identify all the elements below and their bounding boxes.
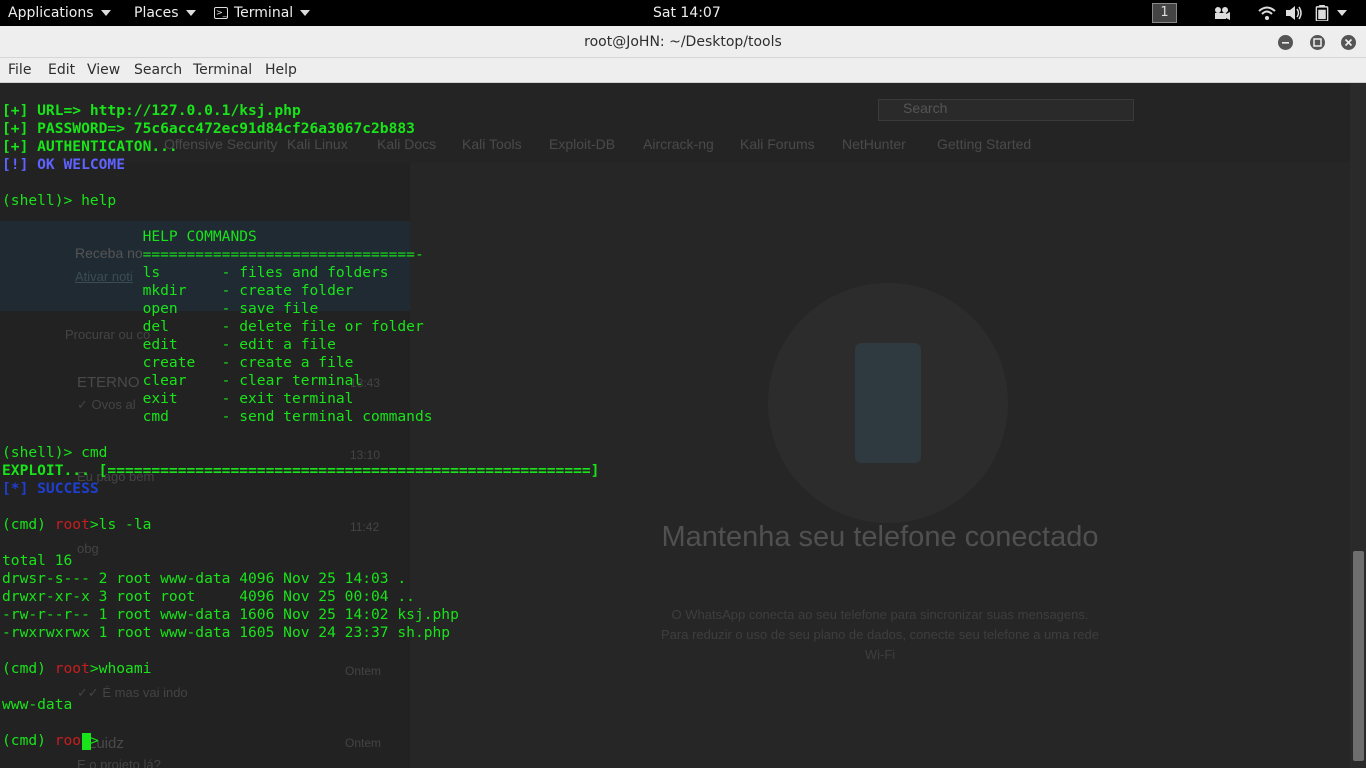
volume-icon[interactable] — [1285, 5, 1303, 21]
window-title: root@JoHN: ~/Desktop/tools — [584, 34, 782, 50]
ghost-chat-time: Ontem — [345, 664, 382, 678]
close-icon — [1344, 38, 1353, 47]
help-item: clear - clear terminal — [2, 372, 363, 389]
menu-terminal[interactable]: Terminal — [193, 58, 252, 83]
terminal-line: www-data — [2, 696, 73, 713]
prompt-user: root — [54, 660, 90, 677]
ghost-bookmark: Kali Linux — [287, 136, 348, 152]
help-item: del - delete file or folder — [2, 318, 424, 335]
chevron-down-icon — [300, 10, 311, 16]
terminal-app-label: Terminal — [234, 5, 294, 21]
help-item: ls - files and folders — [2, 264, 389, 281]
places-menu[interactable]: Places — [134, 0, 196, 26]
minimize-icon — [1282, 42, 1289, 44]
power-menu-icon[interactable] — [1337, 10, 1347, 16]
maximize-icon — [1313, 38, 1322, 47]
ghost-bookmark: Aircrack-ng — [643, 136, 714, 152]
terminal-line: ===============================- — [2, 246, 424, 263]
ghost-bookmark: Getting Started — [937, 136, 1032, 152]
terminal-line: [!] OK WELCOME — [2, 156, 126, 173]
top-panel: Applications Places >_ Terminal Sat 14:07… — [0, 0, 1366, 26]
scrollbar-thumb[interactable] — [1353, 551, 1364, 761]
scrollbar[interactable] — [1350, 83, 1366, 768]
video-icon[interactable] — [1213, 5, 1231, 21]
applications-menu[interactable]: Applications — [8, 0, 111, 26]
terminal-area[interactable]: Search Offensive Security Kali Linux Kal… — [0, 83, 1366, 768]
terminal-line: (shell)> cmd — [2, 444, 108, 461]
prompt-user: root — [54, 516, 90, 533]
terminal-line: [*] SUCCESS — [2, 480, 99, 497]
window-titlebar[interactable]: root@JoHN: ~/Desktop/tools — [0, 26, 1366, 58]
help-item: cmd - send terminal commands — [2, 408, 433, 425]
chevron-down-icon — [100, 10, 111, 16]
cmd-prompt-line: (cmd) root>ls -la — [2, 516, 151, 534]
ghost-bookmark: Kali Docs — [377, 136, 437, 152]
terminal-line: drwxr-xr-x 3 root root 4096 Nov 25 00:04… — [2, 588, 415, 605]
ghost-search-placeholder: Search — [903, 100, 948, 116]
menu-help[interactable]: Help — [265, 58, 297, 83]
menu-edit[interactable]: Edit — [48, 58, 75, 83]
ghost-bookmark: Offensive Security — [164, 136, 278, 152]
terminal-line: [+] URL=> http://127.0.0.1/ksj.php — [2, 102, 301, 119]
ghost-main-text: Wi-Fi — [864, 647, 896, 662]
ghost-bookmark: Kali Tools — [462, 136, 522, 152]
chevron-down-icon — [185, 10, 196, 16]
help-item: mkdir - create folder — [2, 282, 354, 299]
ghost-main-title: Mantenha seu telefone conectado — [661, 521, 1099, 553]
prompt-prefix: (cmd) — [2, 732, 55, 749]
prompt-prefix: (cmd) — [2, 516, 55, 533]
ghost-bookmark: NetHunter — [842, 136, 906, 152]
battery-icon[interactable] — [1315, 5, 1329, 21]
ghost-bookmark: Kali Forums — [740, 136, 815, 152]
terminal-line: -rwxrwxrwx 1 root www-data 1605 Nov 24 2… — [2, 624, 451, 641]
ghost-main-text: O WhatsApp conecta ao seu telefone para … — [671, 607, 1089, 622]
ghost-chat-time: Ontem — [345, 736, 382, 750]
ghost-chat-time: 13:10 — [350, 448, 381, 462]
applications-label: Applications — [8, 5, 94, 21]
help-item: exit - exit terminal — [2, 390, 354, 407]
help-header: HELP COMMANDS — [2, 228, 257, 245]
terminal-line: [+] PASSWORD=> 75c6acc472ec91d84cf26a306… — [2, 120, 415, 137]
places-label: Places — [134, 5, 179, 21]
menu-search[interactable]: Search — [134, 58, 182, 83]
terminal-icon: >_ — [214, 7, 228, 19]
ghost-chat-preview: ✓✓ É mas vai indo — [77, 685, 188, 700]
terminal-line: drwsr-s--- 2 root www-data 4096 Nov 25 1… — [2, 570, 407, 587]
prompt-prefix: (cmd) — [2, 660, 55, 677]
terminal-line: -rw-r--r-- 1 root www-data 1606 Nov 25 1… — [2, 606, 459, 623]
menu-view[interactable]: View — [87, 58, 120, 83]
terminal-line: EXPLOIT... [============================… — [2, 462, 600, 479]
terminal-line: total 16 — [2, 552, 73, 569]
terminal-line: (shell)> help — [2, 192, 117, 209]
help-item: edit - edit a file — [2, 336, 336, 353]
prompt-command: whoami — [98, 660, 152, 677]
ghost-bookmark: Exploit-DB — [549, 136, 616, 152]
prompt-sep: > — [89, 732, 99, 749]
cmd-prompt-line: (cmd) root>whoami — [2, 660, 151, 678]
terminal-app-menu[interactable]: >_ Terminal — [214, 0, 311, 26]
close-button[interactable] — [1341, 35, 1356, 50]
prompt-sep: > — [89, 660, 99, 677]
maximize-button[interactable] — [1310, 35, 1325, 50]
minimize-button[interactable] — [1278, 35, 1293, 50]
text-cursor — [82, 733, 91, 750]
menu-file[interactable]: File — [8, 58, 31, 83]
prompt-sep: > — [89, 516, 99, 533]
workspace-indicator[interactable]: 1 — [1152, 3, 1177, 23]
ghost-chat-preview: obg — [77, 541, 99, 556]
terminal-line: [+] AUTHENTICATON... — [2, 138, 178, 155]
ghost-chat-time: 11:42 — [350, 520, 380, 534]
help-item: open - save file — [2, 300, 319, 317]
ghost-chat-preview: E o projeto lá? — [77, 757, 161, 768]
phone-icon — [855, 343, 921, 463]
menu-bar: File Edit View Search Terminal Help — [0, 58, 1366, 83]
help-item: create - create a file — [2, 354, 354, 371]
prompt-command: ls -la — [98, 516, 152, 533]
ghost-main-text: Para reduzir o uso de seu plano de dados… — [661, 627, 1099, 642]
clock[interactable]: Sat 14:07 — [653, 0, 721, 26]
wifi-icon[interactable] — [1258, 5, 1276, 21]
